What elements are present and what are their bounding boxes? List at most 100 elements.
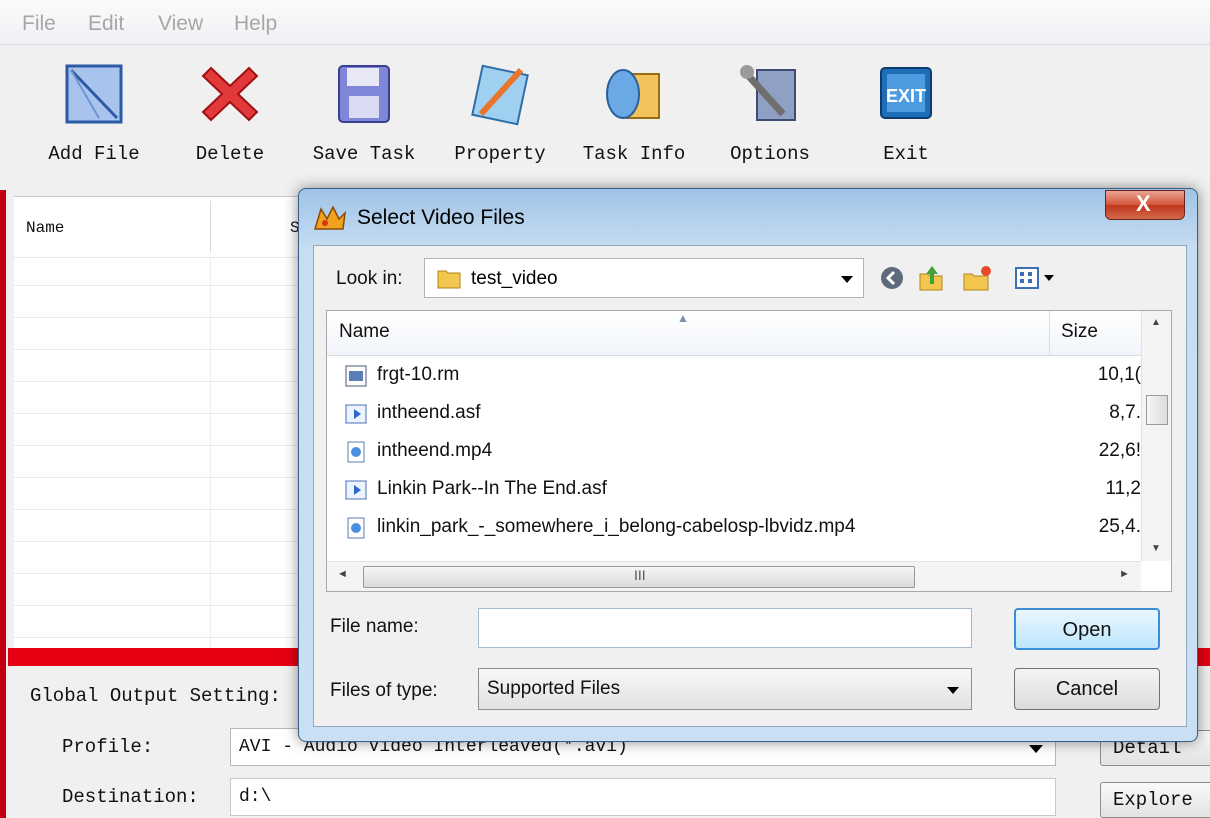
scrollbar-thumb[interactable] bbox=[1146, 395, 1168, 425]
options-button[interactable]: Options bbox=[710, 60, 830, 165]
view-menu-icon[interactable] bbox=[1014, 266, 1058, 290]
file-name: linkin_park_-_somewhere_i_belong-cabelos… bbox=[377, 516, 856, 537]
realmedia-file-icon bbox=[345, 365, 367, 387]
delete-button[interactable]: Delete bbox=[170, 60, 290, 165]
file-size: 25,4. bbox=[1098, 516, 1141, 537]
exit-icon: EXIT bbox=[880, 67, 932, 119]
dialog-title: Select Video Files bbox=[357, 206, 525, 229]
file-list[interactable]: Name ▲ Size frgt-10.rm 10,1( intheend.as… bbox=[326, 310, 1172, 592]
up-folder-icon[interactable] bbox=[918, 264, 944, 292]
close-button[interactable]: X bbox=[1105, 190, 1185, 220]
table-row bbox=[14, 605, 314, 606]
task-info-icon bbox=[606, 69, 660, 119]
global-output-setting-label: Global Output Setting: bbox=[30, 685, 281, 707]
table-row bbox=[14, 541, 314, 542]
scrollbar-thumb[interactable]: III bbox=[363, 566, 915, 588]
menu-bar: File Edit View Help bbox=[0, 0, 1210, 45]
file-row[interactable]: Linkin Park--In The End.asf 11,2 bbox=[327, 471, 1141, 509]
sort-ascending-icon: ▲ bbox=[677, 311, 689, 325]
file-size: 22,6! bbox=[1098, 440, 1141, 461]
file-name: Linkin Park--In The End.asf bbox=[377, 478, 607, 499]
toolbar: Add File Delete Save Task Property Task … bbox=[0, 45, 1210, 193]
task-info-label: Task Info bbox=[582, 143, 686, 165]
options-icon bbox=[740, 65, 796, 121]
save-task-button[interactable]: Save Task bbox=[304, 60, 424, 165]
close-icon: X bbox=[1136, 191, 1151, 216]
file-name: intheend.asf bbox=[377, 402, 481, 423]
cancel-button[interactable]: Cancel bbox=[1014, 668, 1160, 710]
files-of-type-value: Supported Files bbox=[487, 678, 621, 699]
table-row bbox=[14, 477, 314, 478]
files-of-type-label: Files of type: bbox=[330, 680, 438, 701]
exit-button[interactable]: EXIT Exit bbox=[846, 60, 966, 165]
back-icon[interactable] bbox=[880, 266, 904, 290]
file-row[interactable]: intheend.mp4 22,6! bbox=[327, 433, 1141, 471]
add-file-icon bbox=[65, 64, 123, 124]
look-in-label: Look in: bbox=[336, 268, 403, 289]
new-folder-icon[interactable] bbox=[962, 264, 992, 292]
destination-field[interactable]: d:\ bbox=[230, 778, 1056, 816]
menu-file[interactable]: File bbox=[22, 12, 56, 36]
scroll-right-icon[interactable]: ► bbox=[1119, 568, 1130, 580]
file-size: 8,7. bbox=[1109, 402, 1141, 423]
menu-help[interactable]: Help bbox=[234, 12, 277, 36]
menu-edit[interactable]: Edit bbox=[88, 12, 124, 36]
file-row[interactable]: frgt-10.rm 10,1( bbox=[327, 357, 1141, 395]
destination-value: d:\ bbox=[239, 787, 272, 807]
file-name: intheend.mp4 bbox=[377, 440, 493, 461]
file-name-input[interactable] bbox=[478, 608, 972, 648]
chevron-down-icon[interactable] bbox=[841, 276, 853, 283]
vertical-scrollbar[interactable]: ▲ ▼ bbox=[1141, 311, 1171, 561]
property-icon bbox=[471, 64, 529, 126]
delete-label: Delete bbox=[195, 143, 265, 165]
table-row bbox=[14, 637, 314, 638]
delete-icon bbox=[201, 66, 259, 122]
scroll-left-icon[interactable]: ◄ bbox=[337, 568, 348, 580]
files-of-type-select[interactable]: Supported Files bbox=[478, 668, 972, 710]
options-label: Options bbox=[730, 143, 810, 165]
chevron-down-icon[interactable] bbox=[1029, 745, 1043, 753]
table-row bbox=[14, 381, 314, 382]
table-row bbox=[14, 445, 314, 446]
column-separator[interactable] bbox=[1049, 311, 1050, 355]
horizontal-scrollbar[interactable]: ◄ III ► bbox=[327, 561, 1141, 591]
table-row bbox=[14, 349, 314, 350]
add-file-button[interactable]: Add File bbox=[34, 60, 154, 165]
file-row[interactable]: intheend.asf 8,7. bbox=[327, 395, 1141, 433]
mp4-file-icon bbox=[347, 441, 365, 463]
file-size: 11,2 bbox=[1105, 478, 1141, 499]
explore-button[interactable]: Explore bbox=[1100, 782, 1210, 818]
table-row bbox=[14, 317, 314, 318]
app-logo-icon bbox=[313, 205, 347, 230]
media-file-icon bbox=[345, 404, 367, 424]
add-file-label: Add File bbox=[48, 143, 140, 165]
task-list[interactable]: Name S bbox=[14, 196, 314, 649]
chevron-down-icon[interactable] bbox=[947, 687, 959, 694]
file-name: frgt-10.rm bbox=[377, 364, 460, 385]
column-header-name[interactable]: Name bbox=[26, 219, 64, 237]
table-row bbox=[14, 285, 314, 286]
folder-icon bbox=[437, 270, 461, 289]
dialog-body: Look in: test_video Name ▲ Size frgt-10.… bbox=[313, 245, 1187, 727]
scrollbar-grip: III bbox=[634, 567, 646, 583]
menu-view[interactable]: View bbox=[158, 12, 203, 36]
save-task-label: Save Task bbox=[312, 143, 416, 165]
table-row bbox=[14, 413, 314, 414]
look-in-select[interactable]: test_video bbox=[424, 258, 864, 298]
task-info-button[interactable]: Task Info bbox=[574, 60, 694, 165]
column-separator[interactable] bbox=[210, 201, 211, 253]
open-button[interactable]: Open bbox=[1014, 608, 1160, 650]
property-button[interactable]: Property bbox=[440, 60, 560, 165]
table-row bbox=[14, 509, 314, 510]
property-label: Property bbox=[454, 143, 546, 165]
file-row[interactable]: linkin_park_-_somewhere_i_belong-cabelos… bbox=[327, 509, 1141, 547]
window-edge bbox=[0, 190, 6, 818]
column-header-name[interactable]: Name bbox=[339, 321, 390, 343]
table-row bbox=[14, 573, 314, 574]
mp4-file-icon bbox=[347, 517, 365, 539]
scroll-down-icon[interactable]: ▼ bbox=[1151, 543, 1161, 554]
column-header-size[interactable]: Size bbox=[1061, 321, 1098, 343]
file-size: 10,1( bbox=[1097, 364, 1141, 385]
floppy-disk-icon bbox=[338, 65, 390, 123]
scroll-up-icon[interactable]: ▲ bbox=[1151, 317, 1161, 328]
